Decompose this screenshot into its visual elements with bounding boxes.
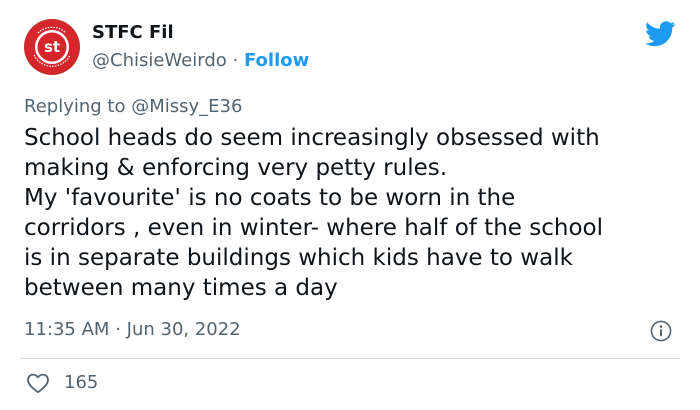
info-icon[interactable] <box>650 320 672 342</box>
user-handle[interactable]: @ChisieWeirdo <box>92 50 227 71</box>
tweet-date: Jun 30, 2022 <box>126 319 241 340</box>
tweet-text-line: is in separate buildings which kids have… <box>24 245 573 271</box>
timestamp-separator: · <box>115 319 121 340</box>
tweet-time: 11:35 AM <box>24 319 110 340</box>
tweet-text-line: My 'favourite' is no coats to be worn in… <box>24 185 516 211</box>
avatar-monogram: st <box>44 38 60 56</box>
tweet-text-line: School heads do seem increasingly obsess… <box>24 125 600 151</box>
tweet-text-line: between many times a day <box>24 275 338 301</box>
like-count: 165 <box>64 372 99 393</box>
heart-icon[interactable] <box>26 372 50 394</box>
divider <box>20 358 680 359</box>
twitter-bird-icon[interactable] <box>645 21 676 47</box>
tweet-text-line: making & enforcing very petty rules. <box>24 155 448 181</box>
tweet-timestamp[interactable]: 11:35 AM · Jun 30, 2022 <box>24 319 241 340</box>
handle-row: @ChisieWeirdo · Follow <box>92 50 309 71</box>
replying-to: Replying to @Missy_E36 <box>24 96 242 117</box>
replying-prefix: Replying to <box>24 96 126 117</box>
follow-button[interactable]: Follow <box>244 50 309 71</box>
handle-separator: · <box>232 50 239 71</box>
display-name[interactable]: STFC Fil <box>92 22 174 43</box>
tweet-text-line: corridors , even in winter- where half o… <box>24 215 603 241</box>
tweet-card: st STFC Fil @ChisieWeirdo · Follow Reply… <box>0 0 700 410</box>
avatar[interactable]: st <box>24 19 80 75</box>
replying-to-mention[interactable]: @Missy_E36 <box>131 96 242 117</box>
tweet-text: School heads do seem increasingly obsess… <box>24 123 684 303</box>
